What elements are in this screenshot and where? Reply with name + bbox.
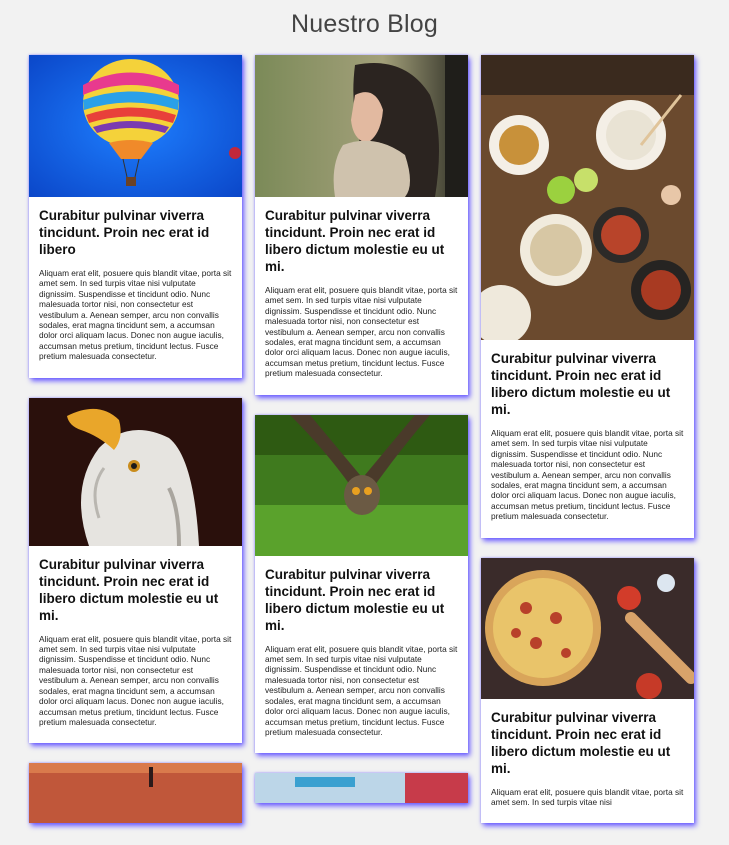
- colorful-image: [255, 773, 468, 804]
- food-image: [481, 55, 694, 340]
- blog-column-3: Curabitur pulvinar viverra tincidunt. Pr…: [481, 55, 694, 843]
- post-title[interactable]: Curabitur pulvinar viverra tincidunt. Pr…: [39, 556, 232, 624]
- owl-image: [255, 414, 468, 556]
- blog-card[interactable]: Curabitur pulvinar viverra tincidunt. Pr…: [481, 557, 694, 824]
- page-title: Nuestro Blog: [291, 10, 438, 38]
- blog-card[interactable]: Curabitur pulvinar viverra tincidunt. Pr…: [255, 55, 468, 395]
- blog-column-2: Curabitur pulvinar viverra tincidunt. Pr…: [255, 55, 468, 823]
- post-title[interactable]: Curabitur pulvinar viverra tincidunt. Pr…: [491, 350, 684, 418]
- blog-card[interactable]: Curabitur pulvinar viverra tincidunt. Pr…: [255, 414, 468, 754]
- post-title[interactable]: Curabitur pulvinar viverra tincidunt. Pr…: [265, 566, 458, 634]
- eagle-image: [29, 397, 242, 546]
- post-title[interactable]: Curabitur pulvinar viverra tincidunt. Pr…: [39, 207, 232, 258]
- blog-card[interactable]: [29, 763, 242, 824]
- blog-card[interactable]: [255, 773, 468, 804]
- post-excerpt: Aliquam erat elit, posuere quis blandit …: [265, 285, 458, 379]
- post-excerpt: Aliquam erat elit, posuere quis blandit …: [265, 643, 458, 737]
- post-excerpt: Aliquam erat elit, posuere quis blandit …: [39, 633, 232, 727]
- post-excerpt: Aliquam erat elit, posuere quis blandit …: [39, 268, 232, 362]
- post-excerpt: Aliquam erat elit, posuere quis blandit …: [491, 428, 684, 522]
- blog-column-1: Curabitur pulvinar viverra tincidunt. Pr…: [29, 55, 242, 843]
- blog-card[interactable]: Curabitur pulvinar viverra tincidunt. Pr…: [29, 397, 242, 744]
- post-excerpt: Aliquam erat elit, posuere quis blandit …: [491, 786, 684, 808]
- post-title[interactable]: Curabitur pulvinar viverra tincidunt. Pr…: [491, 709, 684, 777]
- pizza-image: [481, 557, 694, 699]
- blog-card[interactable]: Curabitur pulvinar viverra tincidunt. Pr…: [29, 55, 242, 378]
- blog-card[interactable]: Curabitur pulvinar viverra tincidunt. Pr…: [481, 55, 694, 538]
- post-title[interactable]: Curabitur pulvinar viverra tincidunt. Pr…: [265, 207, 458, 275]
- balloon-image: [29, 55, 242, 197]
- woman-image: [255, 55, 468, 197]
- sunset-image: [29, 763, 242, 824]
